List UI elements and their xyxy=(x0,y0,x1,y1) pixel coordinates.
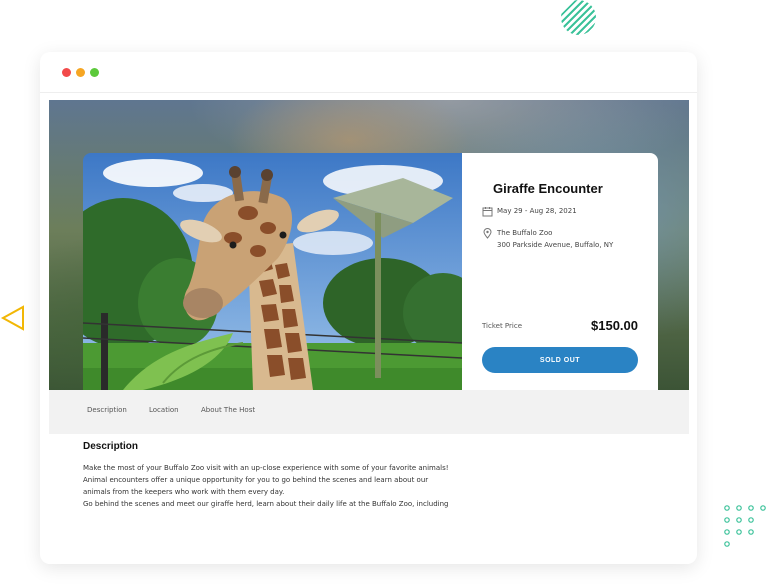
tab-description[interactable]: Description xyxy=(87,406,127,414)
event-address: 300 Parkside Avenue, Buffalo, NY xyxy=(497,241,614,249)
window-minimize-dot[interactable] xyxy=(76,68,85,77)
decorative-striped-circle xyxy=(561,0,596,35)
description-line: Animal encounters offer a unique opportu… xyxy=(83,476,429,484)
event-details-card: Giraffe Encounter May 29 - Aug 28, 2021 … xyxy=(462,153,658,390)
location-pin-icon xyxy=(483,228,492,239)
window-maximize-dot[interactable] xyxy=(90,68,99,77)
description-line: Make the most of your Buffalo Zoo visit … xyxy=(83,464,449,472)
event-title: Giraffe Encounter xyxy=(493,181,603,196)
event-venue: The Buffalo Zoo xyxy=(497,229,553,237)
tab-location[interactable]: Location xyxy=(149,406,179,414)
decorative-triangle-icon xyxy=(0,305,24,331)
description-line: Go behind the scenes and meet our giraff… xyxy=(83,500,449,508)
description-heading: Description xyxy=(83,441,139,452)
event-dates: May 29 - Aug 28, 2021 xyxy=(497,207,577,215)
event-location: The Buffalo Zoo 300 Parkside Avenue, Buf… xyxy=(497,227,613,251)
browser-window: Giraffe Encounter May 29 - Aug 28, 2021 … xyxy=(40,52,697,564)
sold-out-button[interactable]: SOLD OUT xyxy=(482,347,638,373)
browser-title-bar xyxy=(40,52,697,93)
content-fade-overlay xyxy=(40,522,697,564)
ticket-price-value: $150.00 xyxy=(591,318,638,333)
decorative-dot-grid xyxy=(724,505,766,547)
description-body: Make the most of your Buffalo Zoo visit … xyxy=(83,462,463,510)
event-tabs: Description Location About The Host xyxy=(49,390,689,434)
window-close-dot[interactable] xyxy=(62,68,71,77)
calendar-icon xyxy=(482,207,493,217)
description-line: animals from the keepers who work with t… xyxy=(83,488,285,496)
tab-about-the-host[interactable]: About The Host xyxy=(201,406,255,414)
ticket-price-label: Ticket Price xyxy=(482,322,523,330)
event-photo xyxy=(83,153,462,390)
